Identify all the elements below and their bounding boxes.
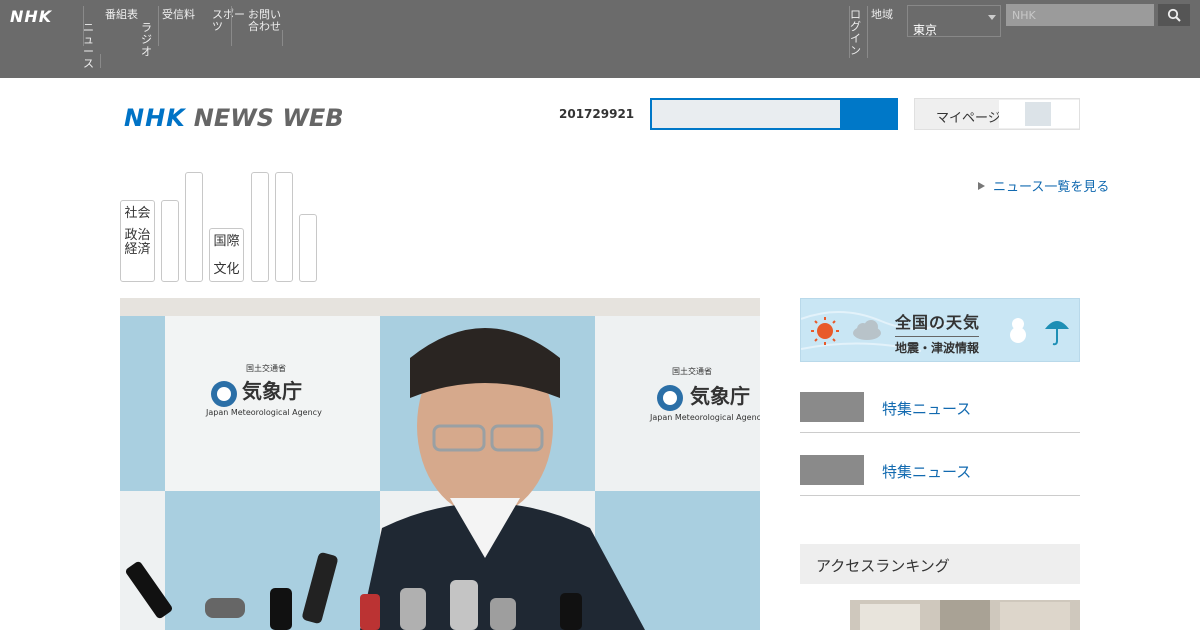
agency-name-label: 気象庁 [242, 379, 302, 403]
sidebar-list-item[interactable]: 特集ニュース [800, 370, 1080, 433]
global-top-bar: NHK ニュース 番組表 ラジオ 受信料 スポーツ お問い合わせ ログイン 地域… [0, 0, 1200, 78]
hero-news-image[interactable]: 国土交通省 気象庁 Japan Meteorological Agency 国土… [120, 298, 760, 630]
category-tab[interactable] [251, 172, 269, 282]
nhk-logo[interactable]: NHK [10, 7, 52, 26]
toggle-knob [1025, 102, 1051, 126]
press-conference-photo [120, 298, 760, 630]
agency-small-label: 国土交通省 [246, 364, 286, 373]
news-list-link-label: ニュース一覧を見る [993, 180, 1110, 195]
category-tab[interactable] [299, 214, 317, 282]
global-nav-item[interactable]: お問い合わせ [248, 9, 282, 33]
nav-separator [158, 6, 159, 46]
nav-separator [231, 6, 232, 46]
sidebar-item-link[interactable]: 特集ニュース [882, 398, 971, 419]
category-tab[interactable]: 社会 政治 経済 [120, 200, 155, 282]
sun-icon [811, 317, 839, 345]
mypage-toggle[interactable]: マイページ [914, 98, 1080, 130]
region-label: 地域 [871, 8, 893, 21]
agency-english-label: Japan Meteorological Agency [650, 413, 760, 422]
category-tab[interactable] [185, 172, 203, 282]
category-tab[interactable]: 国際 文化 [209, 228, 244, 282]
mypage-label: マイページ [936, 111, 1001, 126]
access-ranking-heading: アクセスランキング [800, 544, 1080, 584]
cloud-icon [853, 320, 881, 340]
nav-separator [100, 54, 101, 68]
ranking-thumbnail[interactable] [850, 600, 1080, 630]
news-search-input[interactable] [650, 98, 842, 130]
category-tab[interactable] [161, 200, 179, 282]
triangle-right-icon [978, 182, 985, 190]
login-link[interactable]: ログイン [850, 9, 864, 57]
quake-tsunami-label: 地震・津波情報 [895, 336, 980, 356]
region-select-value: 東京 [913, 23, 938, 37]
ranking-photo [850, 600, 1080, 630]
global-nav-item[interactable]: ニュース [83, 22, 97, 70]
brand-title: NEWS WEB [193, 104, 344, 132]
news-list-link[interactable]: ニュース一覧を見る [978, 176, 1109, 195]
agency-name-label: 気象庁 [690, 384, 750, 408]
category-label: 社会 [124, 206, 151, 221]
category-label: 経済 [124, 242, 151, 257]
chevron-down-icon [988, 15, 996, 20]
snowman-icon [1010, 318, 1026, 343]
sidebar-item-link[interactable]: 特集ニュース [882, 461, 971, 482]
nhk-search-button[interactable] [1158, 4, 1190, 26]
category-label: 文化 [213, 262, 240, 277]
news-web-logo[interactable]: NHK NEWS WEB [124, 104, 344, 132]
category-label: 政治 [124, 228, 151, 243]
category-label: 国際 [213, 234, 240, 249]
nhk-search-input[interactable] [1006, 4, 1154, 26]
sidebar-thumbnail [800, 392, 864, 422]
global-nav-item[interactable]: ラジオ [141, 22, 157, 58]
brand-nhk: NHK [124, 104, 186, 132]
global-nav-item[interactable]: スポーツ [212, 9, 246, 33]
weather-banner[interactable]: 全国の天気 地震・津波情報 [800, 298, 1080, 362]
news-search-button[interactable] [841, 98, 898, 130]
current-date: 201729921 [559, 107, 635, 121]
sidebar-list-item[interactable]: 特集ニュース [800, 433, 1080, 496]
agency-small-label: 国土交通省 [672, 367, 712, 376]
region-select[interactable]: 東京 [907, 5, 1001, 37]
category-tab[interactable] [275, 172, 293, 282]
weather-title: 全国の天気 [895, 313, 981, 332]
sidebar-thumbnail [800, 455, 864, 485]
nav-separator [282, 30, 283, 46]
search-icon [1167, 8, 1181, 22]
agency-english-label: Japan Meteorological Agency [206, 408, 322, 417]
global-nav-item[interactable]: 受信料 [162, 9, 206, 21]
nav-separator [867, 6, 868, 58]
global-nav-item[interactable]: 番組表 [105, 9, 139, 21]
umbrella-icon [1045, 321, 1069, 346]
